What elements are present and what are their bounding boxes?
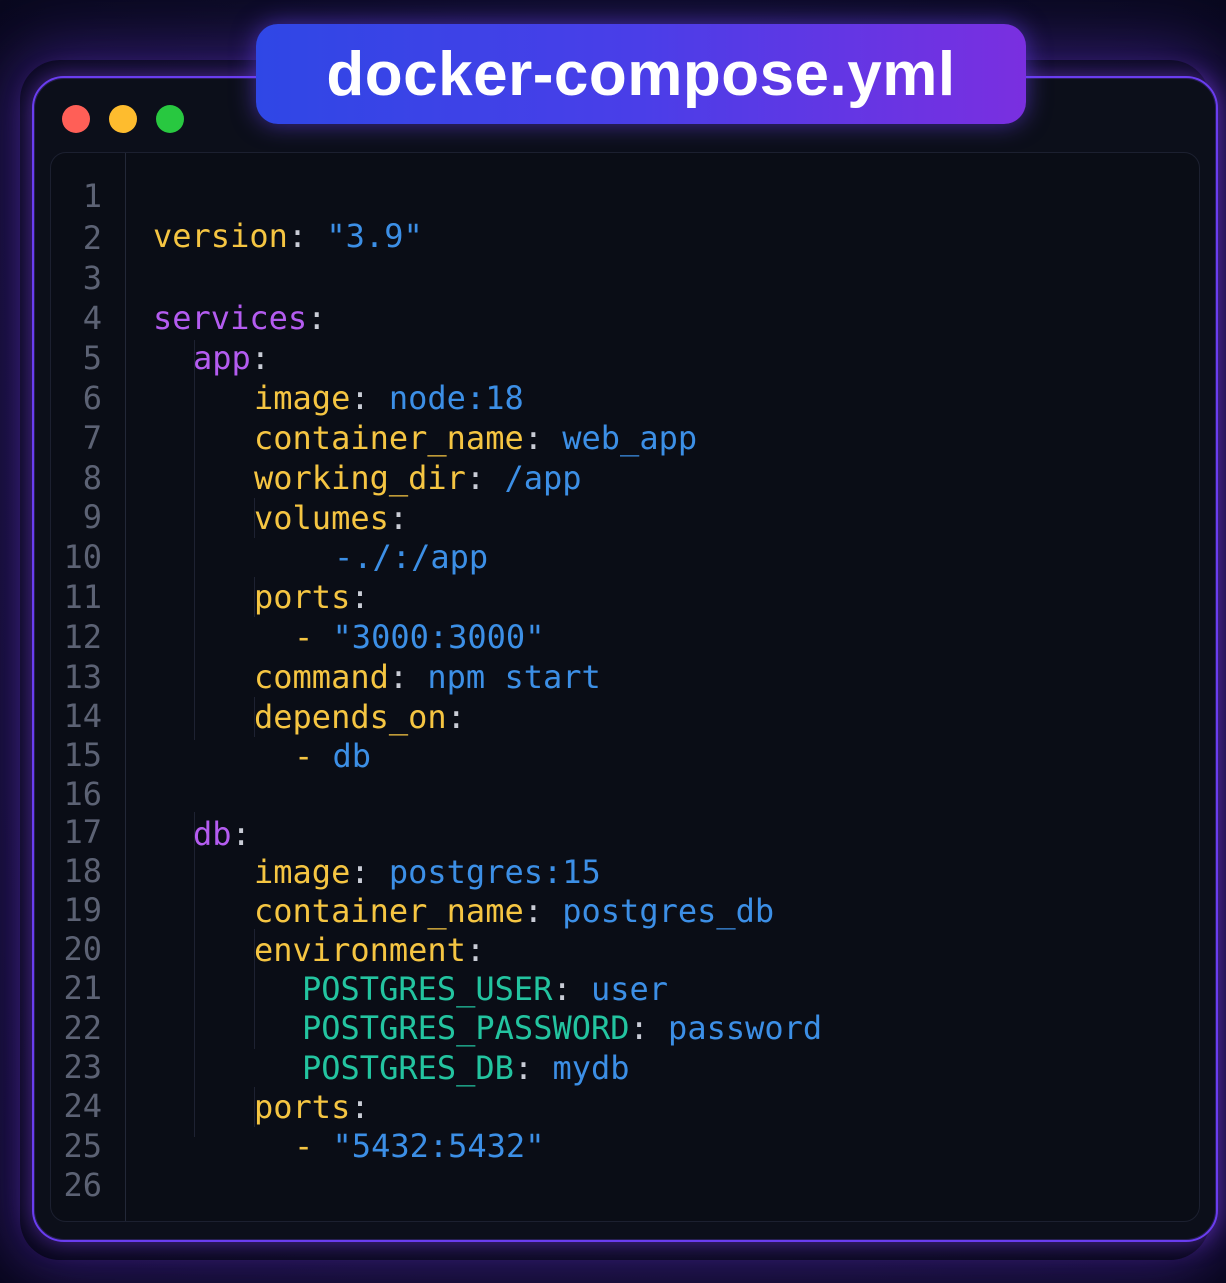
code-line-3: services: [0, 258, 1200, 337]
code-line-8: volumes: [0, 458, 1200, 537]
colon: : [287, 217, 308, 255]
code-line-5: image: node:18 [0, 338, 1200, 417]
close-window-button[interactable] [62, 105, 90, 133]
file-title-tab[interactable]: docker-compose.yml [256, 24, 1026, 124]
code-line-14: - db [0, 696, 1200, 775]
code-line-16: db: [0, 774, 1200, 853]
code-line-23: ports: [0, 1047, 1200, 1126]
code-line-11: - "3000:3000" [0, 577, 1200, 656]
file-title: docker-compose.yml [326, 39, 956, 109]
code-line-9: -./:/app [0, 497, 1200, 576]
code-line-18: container_name: postgres_db [0, 851, 1200, 930]
yaml-value: "5432:5432" [332, 1127, 545, 1165]
code-line-7: working_dir: /app [0, 418, 1200, 497]
line-number: 26 [63, 1166, 102, 1204]
code-line-10: ports: [0, 537, 1200, 616]
code-line-21: POSTGRES_PASSWORD: password [0, 968, 1200, 1047]
yaml-key: version [153, 217, 288, 255]
list-dash: - [294, 737, 314, 775]
yaml-value: db [332, 737, 372, 775]
code-line-4: app: [0, 298, 1200, 377]
minimize-window-button[interactable] [109, 105, 137, 133]
code-line-1: version: "3.9" [0, 176, 1200, 255]
code-line-22: POSTGRES_DB: mydb [0, 1008, 1200, 1087]
yaml-value: "3.9" [326, 217, 423, 255]
code-line-24: - "5432:5432" [0, 1086, 1200, 1165]
code-line-12: command: npm start [0, 617, 1200, 696]
code-line-6: container_name: web_app [0, 378, 1200, 457]
code-line-13: depends_on: [0, 657, 1200, 736]
maximize-window-button[interactable] [156, 105, 184, 133]
code-line-17: image: postgres:15 [0, 812, 1200, 891]
code-line-20: POSTGRES_USER: user [0, 929, 1200, 1008]
code-line-19: environment: [0, 890, 1200, 969]
list-dash: - [294, 1127, 314, 1165]
